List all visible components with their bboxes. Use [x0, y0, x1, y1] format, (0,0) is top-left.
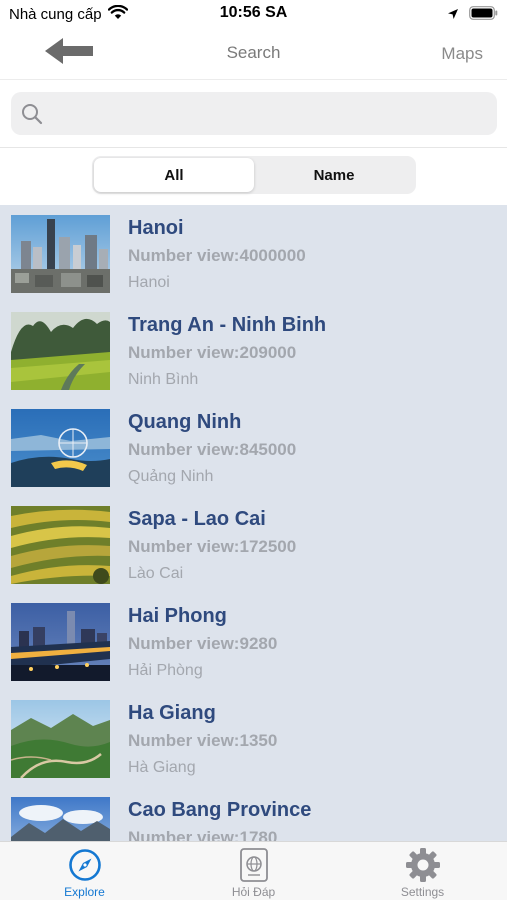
place-view-count: Number view:845000: [128, 440, 296, 460]
place-subtitle: Quảng Ninh: [128, 468, 214, 485]
place-title: Hanoi: [128, 217, 184, 239]
navigation-bar: Search Maps: [0, 28, 507, 80]
place-thumbnail: [11, 409, 110, 487]
view-count-value: 172500: [239, 537, 297, 556]
segment-name[interactable]: Name: [254, 158, 414, 192]
tab-explore[interactable]: Explore: [0, 842, 169, 900]
view-count-label: Number view:: [128, 634, 240, 653]
segment-all[interactable]: All: [94, 158, 254, 192]
place-subtitle: Hải Phòng: [128, 662, 203, 679]
filter-segment-container: All Name: [0, 148, 507, 205]
view-count-value: 1350: [239, 731, 278, 750]
place-title: Ha Giang: [128, 702, 216, 724]
view-count-label: Number view:: [128, 828, 240, 841]
status-time: 10:56 SA: [219, 4, 288, 21]
place-thumbnail: [11, 603, 110, 681]
search-box[interactable]: [11, 92, 497, 135]
place-thumbnail: [11, 700, 110, 778]
list-item[interactable]: Cao Bang Province Number view:1780: [0, 787, 507, 841]
search-icon: [21, 103, 43, 125]
tab-label: Settings: [400, 885, 445, 899]
list-item[interactable]: Sapa - Lao Cai Number view:172500 Lào Ca…: [0, 496, 507, 593]
view-count-label: Number view:: [128, 343, 240, 362]
place-title: Cao Bang Province: [128, 799, 312, 821]
place-subtitle: Ninh Bình: [128, 371, 199, 388]
place-title: Trang An - Ninh Binh: [128, 314, 327, 336]
passport-globe-icon: [239, 846, 269, 884]
maps-button[interactable]: Maps: [441, 44, 483, 64]
places-list: Hanoi Number view:4000000 Hanoi Trang An…: [0, 205, 507, 841]
location-arrow-icon: [447, 7, 459, 25]
view-count-label: Number view:: [128, 440, 240, 459]
place-title: Hai Phong: [128, 605, 227, 627]
view-count-value: 845000: [239, 440, 297, 459]
place-view-count: Number view:209000: [128, 343, 296, 363]
status-bar: Nhà cung cấp 10:56 SA: [0, 0, 507, 28]
place-subtitle: Hanoi: [128, 274, 170, 291]
place-title: Sapa - Lao Cai: [128, 508, 266, 530]
list-item[interactable]: Quang Ninh Number view:845000 Quảng Ninh: [0, 399, 507, 496]
tab-label: Hỏi Đáp: [231, 885, 276, 899]
page-title: Search: [226, 43, 281, 62]
place-view-count: Number view:1780: [128, 828, 277, 841]
place-title: Quang Ninh: [128, 411, 242, 433]
search-bar-container: [0, 80, 507, 148]
tab-hoi-dap[interactable]: Hỏi Đáp: [169, 842, 338, 900]
place-view-count: Number view:4000000: [128, 246, 306, 266]
battery-icon: [469, 6, 498, 25]
tab-bar: Explore Hỏi Đáp Settings: [0, 841, 507, 900]
list-item[interactable]: Ha Giang Number view:1350 Hà Giang: [0, 690, 507, 787]
place-thumbnail: [11, 215, 110, 293]
status-right-group: [447, 6, 498, 25]
place-subtitle: Hà Giang: [128, 759, 196, 776]
view-count-label: Number view:: [128, 246, 240, 265]
list-item[interactable]: Trang An - Ninh Binh Number view:209000 …: [0, 302, 507, 399]
tab-settings[interactable]: Settings: [338, 842, 507, 900]
list-item[interactable]: Hai Phong Number view:9280 Hải Phòng: [0, 593, 507, 690]
place-thumbnail: [11, 797, 110, 841]
filter-segmented-control: All Name: [92, 156, 416, 194]
place-thumbnail: [11, 312, 110, 390]
view-count-value: 1780: [239, 828, 278, 841]
view-count-value: 209000: [239, 343, 297, 362]
view-count-value: 9280: [239, 634, 278, 653]
compass-icon: [68, 846, 102, 884]
place-view-count: Number view:172500: [128, 537, 296, 557]
tab-label: Explore: [64, 885, 105, 899]
view-count-label: Number view:: [128, 537, 240, 556]
view-count-label: Number view:: [128, 731, 240, 750]
place-subtitle: Lào Cai: [128, 565, 184, 582]
place-view-count: Number view:1350: [128, 731, 277, 751]
list-item[interactable]: Hanoi Number view:4000000 Hanoi: [0, 205, 507, 302]
gear-icon: [405, 846, 441, 884]
search-input[interactable]: [51, 95, 497, 132]
place-thumbnail: [11, 506, 110, 584]
view-count-value: 4000000: [239, 246, 306, 265]
place-view-count: Number view:9280: [128, 634, 277, 654]
